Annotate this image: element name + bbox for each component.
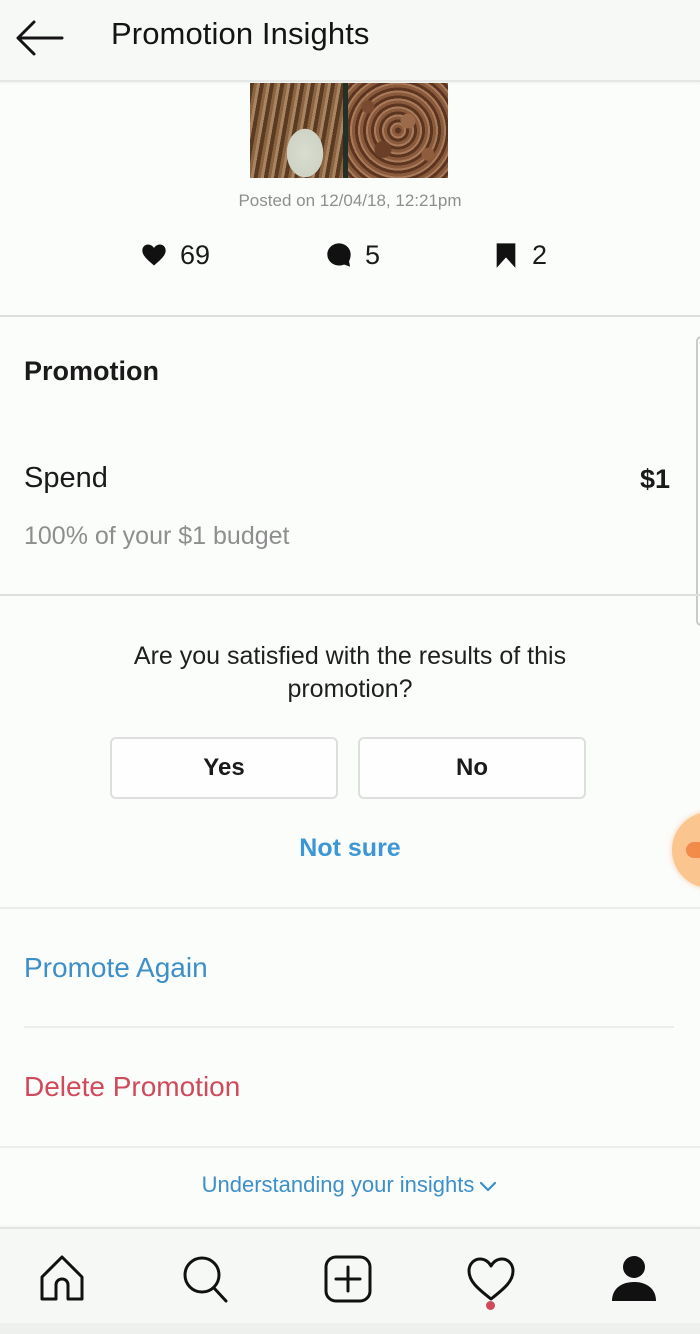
- satisfaction-question: Are you satisfied with the results of th…: [133, 642, 567, 703]
- nav-activity[interactable]: [463, 1251, 519, 1307]
- yes-button[interactable]: Yes: [110, 737, 338, 799]
- saves-stat: 2: [492, 238, 547, 272]
- system-navigation-bar: [0, 1323, 700, 1334]
- nav-search[interactable]: [178, 1251, 234, 1307]
- section-divider: [0, 315, 700, 317]
- spend-label: Spend: [24, 462, 108, 494]
- likes-count: 69: [180, 239, 211, 270]
- budget-usage-text: 100% of your $1 budget: [24, 522, 290, 550]
- action-divider: [24, 1026, 674, 1028]
- no-button[interactable]: No: [358, 737, 586, 799]
- chevron-down-icon: [480, 1182, 497, 1192]
- section-divider: [0, 907, 700, 909]
- arrow-left-icon: [16, 20, 64, 56]
- section-divider: [0, 1146, 700, 1148]
- likes-stat: 69: [140, 238, 210, 272]
- nav-home[interactable]: [34, 1251, 90, 1307]
- comment-filled-icon: [327, 243, 351, 267]
- scrollbar[interactable]: [696, 336, 700, 626]
- understanding-insights-label: Understanding your insights: [201, 1172, 475, 1197]
- activity-notification-dot: [486, 1301, 495, 1310]
- posted-date: Posted on 12/04/18, 12:21pm: [238, 191, 462, 210]
- home-icon: [40, 1255, 84, 1301]
- heart-outline-icon: [467, 1257, 515, 1301]
- saves-count: 2: [532, 239, 548, 270]
- spend-value: $1: [639, 464, 670, 494]
- comments-stat: 5: [325, 238, 380, 272]
- bubble-dot: [686, 842, 700, 858]
- promotion-insights-screen: Promotion Insights Posted on 12/04/18, 1…: [0, 0, 700, 1334]
- back-button[interactable]: [12, 16, 66, 60]
- nav-new-post[interactable]: [320, 1251, 376, 1307]
- profile-icon: [612, 1256, 656, 1301]
- nav-profile[interactable]: [606, 1251, 662, 1307]
- thumbnail-before-image: [250, 83, 343, 178]
- not-sure-button[interactable]: Not sure: [0, 834, 700, 863]
- top-app-bar: Promotion Insights: [0, 0, 700, 82]
- bookmark-filled-icon: [496, 243, 516, 268]
- search-icon: [183, 1256, 228, 1303]
- promotion-section-title: Promotion: [24, 356, 159, 386]
- comments-count: 5: [365, 239, 381, 270]
- plus-square-icon: [324, 1255, 372, 1303]
- heart-filled-icon: [142, 244, 166, 266]
- understanding-insights-link[interactable]: Understanding your insights: [0, 1172, 700, 1198]
- floating-assistive-bubble[interactable]: [672, 812, 700, 888]
- promote-again-button[interactable]: Promote Again: [24, 952, 208, 984]
- section-divider: [0, 594, 700, 596]
- page-title: Promotion Insights: [111, 16, 370, 51]
- bottom-navigation-bar: [0, 1227, 700, 1323]
- delete-promotion-button[interactable]: Delete Promotion: [24, 1071, 240, 1103]
- post-thumbnail[interactable]: [250, 83, 448, 178]
- thumbnail-after-image: [348, 83, 448, 178]
